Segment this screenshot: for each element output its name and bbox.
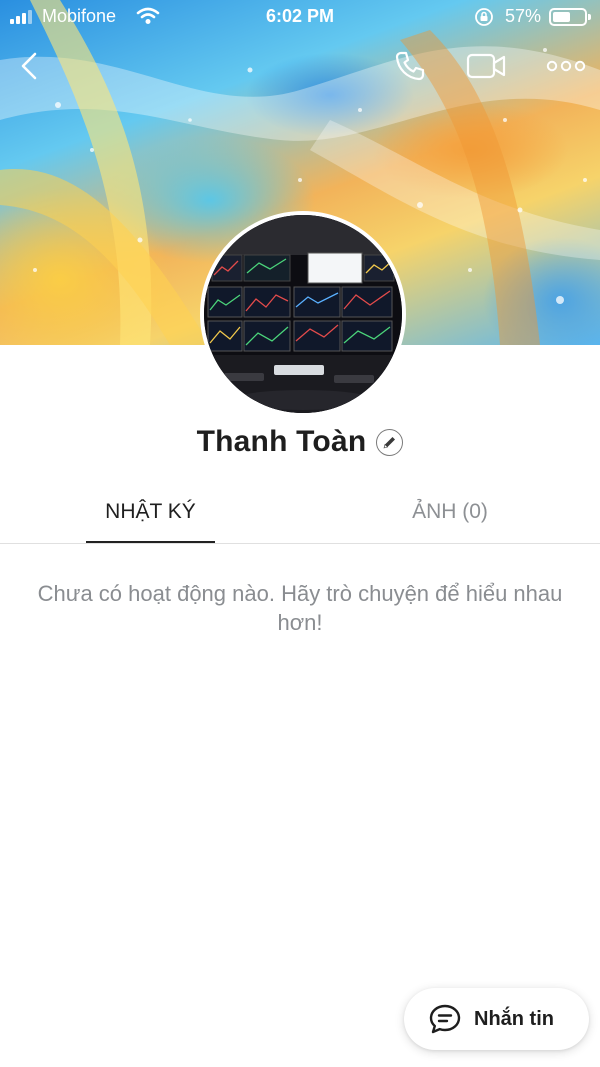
- video-camera-icon: [466, 53, 506, 79]
- message-button-label: Nhắn tin: [474, 1007, 554, 1030]
- video-call-button[interactable]: [464, 46, 510, 86]
- active-tab-indicator: [86, 541, 215, 543]
- chat-bubble-icon: [429, 1004, 461, 1034]
- battery-percent: 57%: [505, 6, 542, 26]
- tab-diary[interactable]: NHẬT KÝ: [86, 490, 215, 544]
- rotation-lock-icon: [474, 7, 494, 32]
- empty-state-message: Chưa có hoạt động nào. Hãy trò chuyện để…: [37, 581, 563, 635]
- battery-icon: [549, 8, 591, 26]
- profile-screen: Mobifone 6:02 PM 57% Thanh Toàn NHẬT KÝ …: [0, 0, 600, 1067]
- back-button[interactable]: [12, 46, 46, 86]
- tab-photos[interactable]: ẢNH (0): [390, 490, 510, 544]
- chevron-left-icon: [21, 52, 37, 80]
- pencil-icon[interactable]: [376, 428, 404, 456]
- avatar-photo: [204, 215, 402, 413]
- call-button[interactable]: [390, 46, 430, 86]
- more-horizontal-icon: [546, 60, 586, 72]
- profile-tabs: NHẬT KÝ ẢNH (0): [0, 490, 600, 544]
- profile-name: Thanh Toàn: [196, 425, 367, 458]
- avatar[interactable]: [200, 211, 406, 417]
- battery-level: [553, 12, 571, 22]
- message-button[interactable]: Nhắn tin: [404, 988, 589, 1050]
- status-bar: Mobifone 6:02 PM 57%: [0, 0, 600, 34]
- profile-name-row: Thanh Toàn: [0, 420, 600, 464]
- more-options-button[interactable]: [544, 46, 588, 86]
- phone-icon: [395, 51, 425, 81]
